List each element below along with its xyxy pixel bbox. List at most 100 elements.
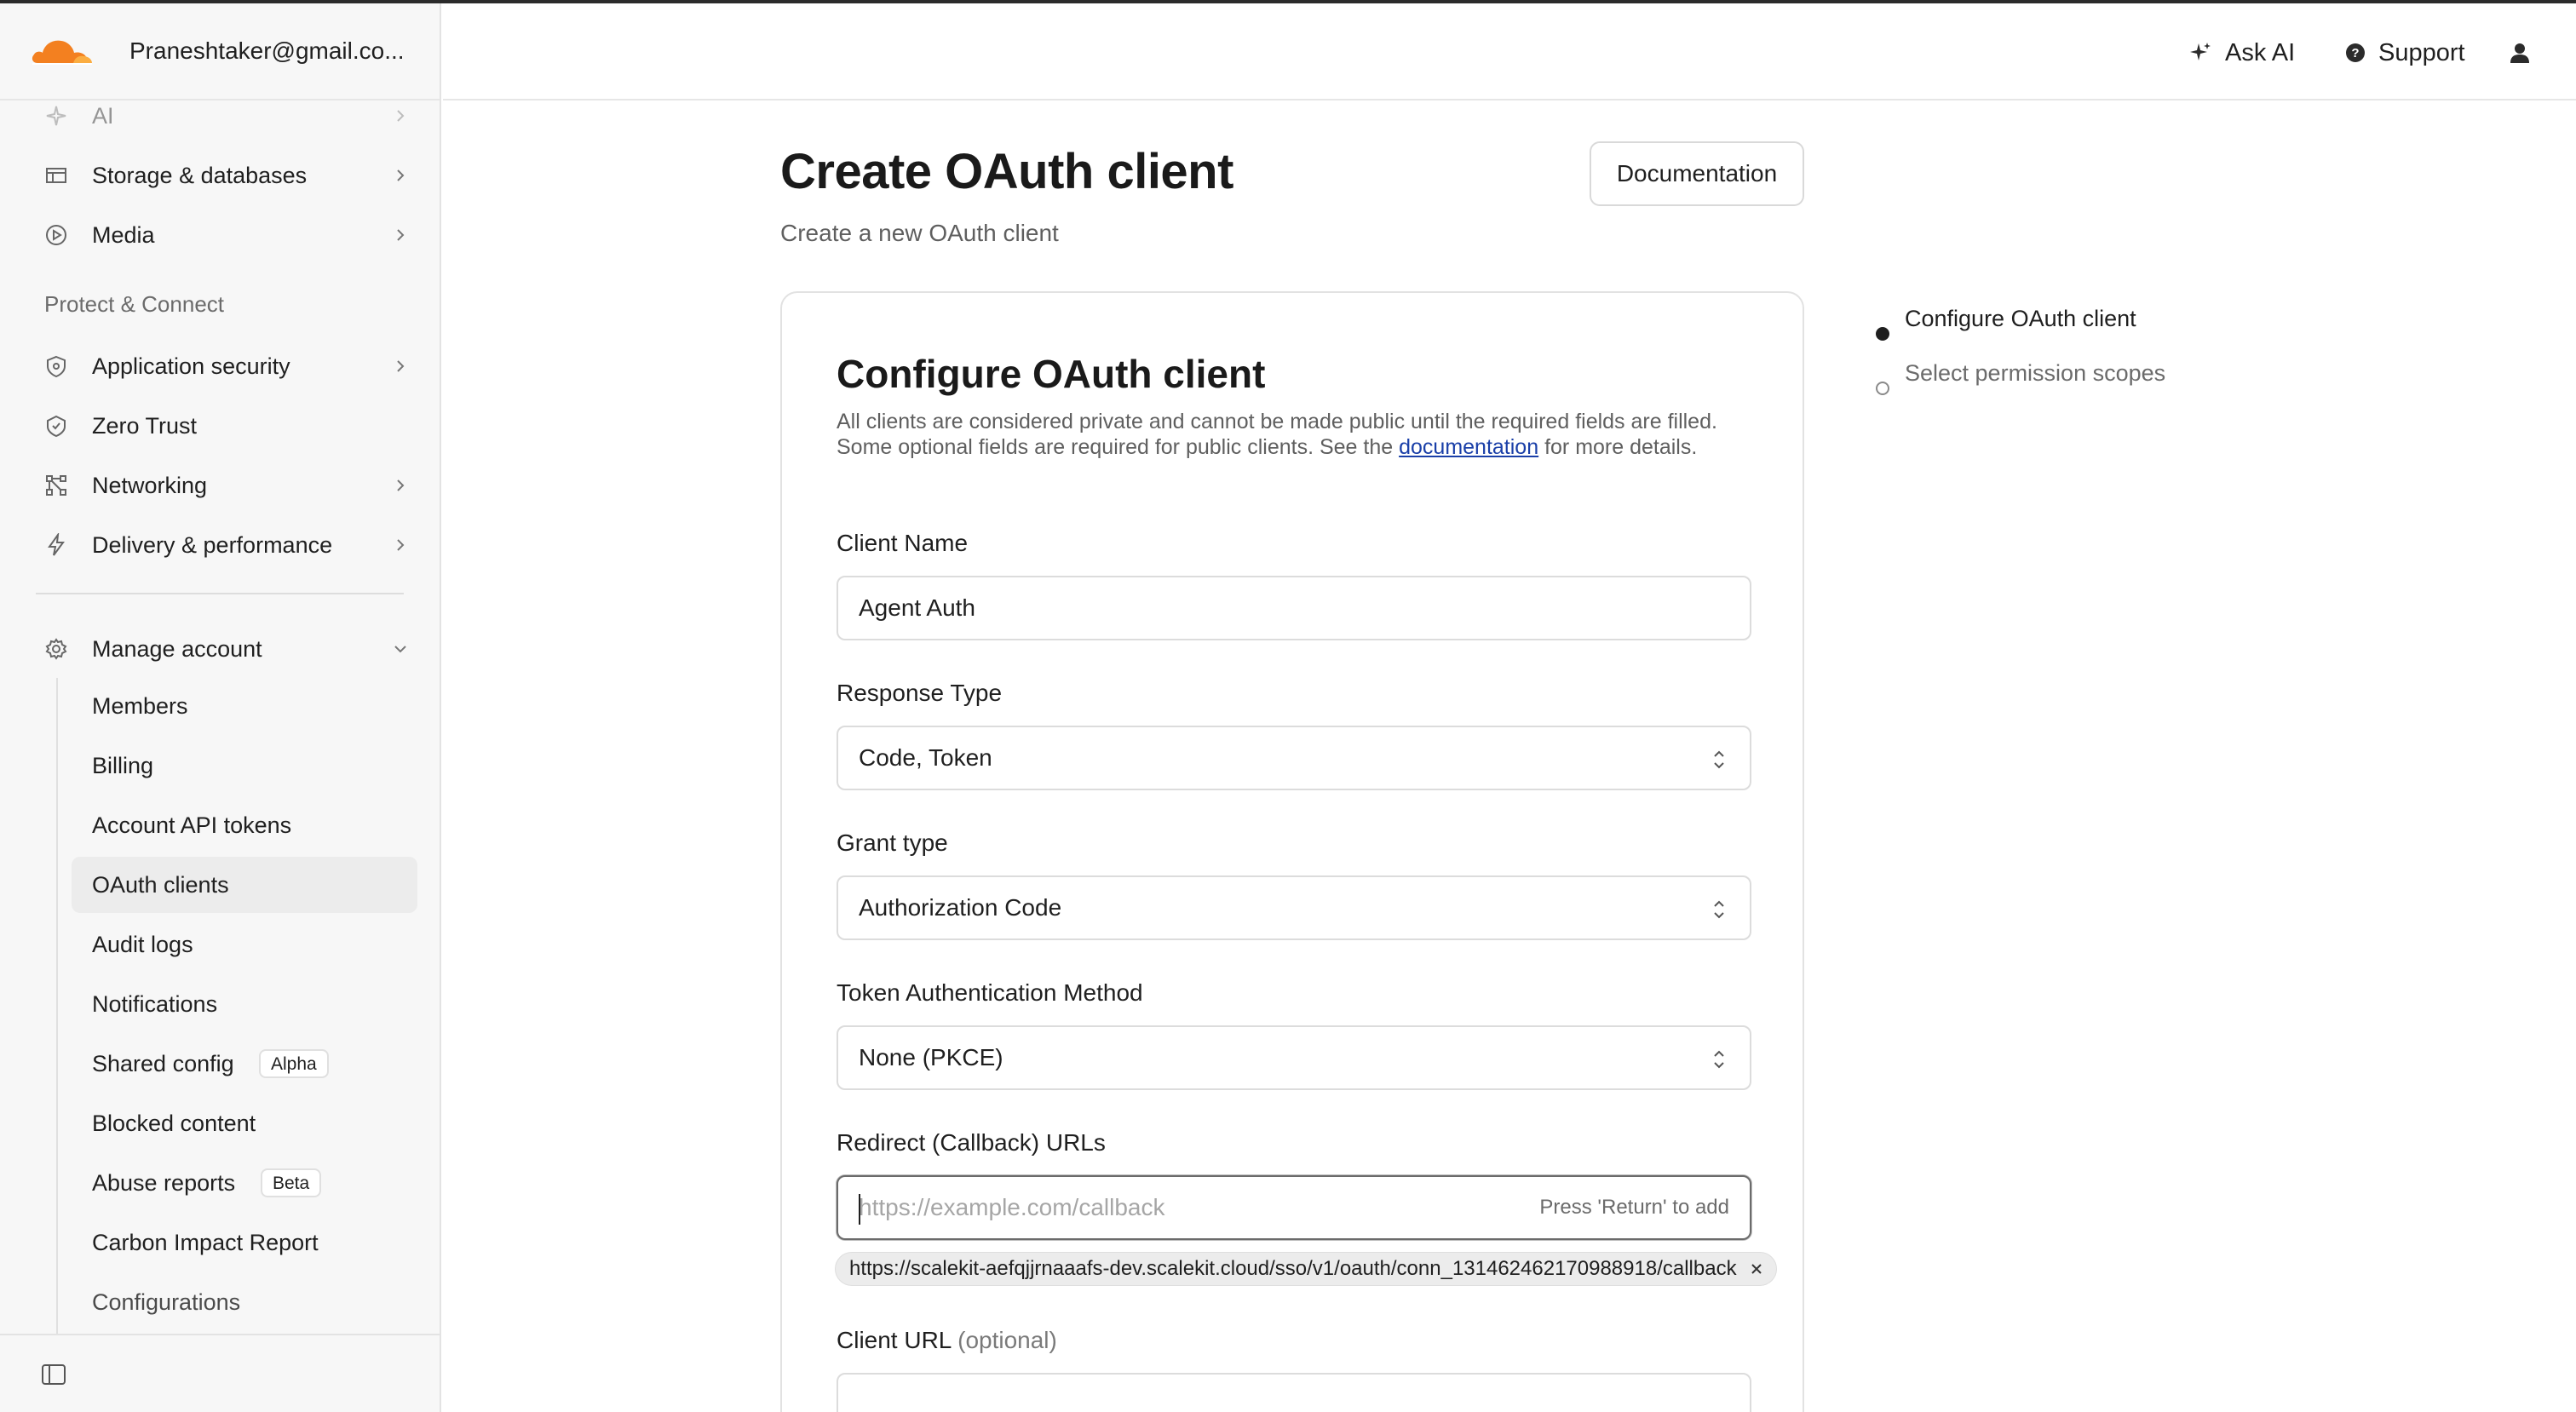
chevron-updown-icon xyxy=(1714,1050,1724,1069)
subitem-label: Blocked content xyxy=(92,1110,256,1136)
response-type-select[interactable]: Code, Token xyxy=(837,726,1751,790)
sidebar-item-label: Manage account xyxy=(92,635,262,662)
database-icon xyxy=(46,168,66,183)
chevron-right-icon xyxy=(397,169,405,181)
description-text-end: for more details. xyxy=(1538,435,1698,459)
subitem-label: Configurations xyxy=(92,1289,241,1315)
sidebar-item-manage-account[interactable]: Manage account xyxy=(36,623,417,674)
page-subtitle: Create a new OAuth client xyxy=(780,220,1059,246)
sidebar-subitem-account-api-tokens[interactable]: Account API tokens xyxy=(72,797,417,853)
sidebar-item-application-security[interactable]: Application security xyxy=(36,341,417,392)
play-icon xyxy=(46,225,66,245)
submenu-rail xyxy=(56,678,58,1334)
beta-badge: Beta xyxy=(261,1168,322,1197)
subitem-label: Abuse reports xyxy=(92,1169,236,1196)
account-switcher[interactable]: Praneshtaker@gmail.co... xyxy=(129,37,405,65)
client-url-label-text: Client URL xyxy=(837,1327,952,1353)
chevron-right-icon xyxy=(397,110,405,122)
chevron-right-icon xyxy=(397,360,405,372)
chevron-updown-icon xyxy=(1714,900,1724,919)
ask-ai-button[interactable]: Ask AI xyxy=(2188,34,2295,72)
client-name-input[interactable]: Agent Auth xyxy=(837,576,1751,640)
sidebar-item-storage[interactable]: Storage & databases xyxy=(36,150,417,201)
chevron-down-icon xyxy=(394,646,406,653)
sidebar-item-media[interactable]: Media xyxy=(36,210,417,261)
subitem-label: Shared config xyxy=(92,1050,234,1076)
sidebar: Praneshtaker@gmail.co... AI Storage & da… xyxy=(0,3,441,1412)
sidebar-subitem-blocked-content[interactable]: Blocked content xyxy=(72,1095,417,1151)
sidebar-item-label: AI xyxy=(92,102,114,129)
grant-type-select[interactable]: Authorization Code xyxy=(837,875,1751,940)
sidebar-item-delivery-performance[interactable]: Delivery & performance xyxy=(36,519,417,571)
support-label: Support xyxy=(2378,38,2465,66)
token-auth-select[interactable]: None (PKCE) xyxy=(837,1025,1751,1090)
grant-type-value: Authorization Code xyxy=(859,894,1062,921)
sparkle-icon xyxy=(46,106,66,126)
client-url-input[interactable] xyxy=(837,1373,1751,1412)
redirect-url-chip-label: https://scalekit-aefqjjrnaaafs-dev.scale… xyxy=(849,1257,1737,1280)
sidebar-subitem-audit-logs[interactable]: Audit logs xyxy=(72,916,417,973)
redirect-url-hint: Press 'Return' to add xyxy=(1539,1196,1729,1219)
close-icon[interactable] xyxy=(1751,1263,1762,1275)
subitem-label: Carbon Impact Report xyxy=(92,1229,319,1255)
sidebar-item-label: Delivery & performance xyxy=(92,531,333,558)
optional-tag: (optional) xyxy=(957,1327,1057,1353)
redirect-url-placeholder: https://example.com/callback xyxy=(859,1194,1165,1220)
sidebar-subitem-abuse-reports[interactable]: Abuse reports Beta xyxy=(72,1155,417,1211)
card-description: All clients are considered private and c… xyxy=(837,409,1739,460)
sidebar-subitem-oauth-clients[interactable]: OAuth clients xyxy=(72,857,417,913)
sidebar-item-zero-trust[interactable]: Zero Trust xyxy=(36,400,417,451)
sidebar-item-networking[interactable]: Networking xyxy=(36,460,417,511)
redirect-url-chip: https://scalekit-aefqjjrnaaafs-dev.scale… xyxy=(835,1252,1777,1286)
sidebar-footer xyxy=(0,1334,440,1412)
client-url-label: Client URL (optional) xyxy=(837,1327,1057,1354)
ask-ai-label: Ask AI xyxy=(2225,38,2296,66)
lightning-icon xyxy=(48,533,65,556)
sidebar-item-label: Storage & databases xyxy=(92,162,308,188)
help-circle-icon: ? xyxy=(2346,43,2365,62)
sidebar-subitem-configurations[interactable]: Configurations xyxy=(72,1274,417,1330)
sidebar-subitem-members[interactable]: Members xyxy=(72,678,417,734)
sparkle-icon xyxy=(2190,43,2211,60)
subitem-label: Audit logs xyxy=(92,931,193,957)
chevron-right-icon xyxy=(397,539,405,551)
subitem-label: Members xyxy=(92,692,188,719)
network-icon xyxy=(46,475,66,496)
chevron-updown-icon xyxy=(1714,750,1724,769)
step-inactive-dot xyxy=(1876,382,1889,395)
sidebar-toggle-icon[interactable] xyxy=(41,1363,66,1386)
sidebar-subitem-carbon-impact-report[interactable]: Carbon Impact Report xyxy=(72,1214,417,1271)
response-type-value: Code, Token xyxy=(859,744,992,771)
step-label: Configure OAuth client xyxy=(1905,305,2136,331)
sidebar-subitem-shared-config[interactable]: Shared config Alpha xyxy=(72,1036,417,1092)
redirect-url-input[interactable]: https://example.com/callback Press 'Retu… xyxy=(837,1175,1751,1240)
sidebar-item-label: Application security xyxy=(92,353,290,379)
support-button[interactable]: ? Support xyxy=(2344,34,2465,72)
section-label-protect-connect: Protect & Connect xyxy=(44,291,224,317)
redirect-urls-label: Redirect (Callback) URLs xyxy=(837,1129,1106,1156)
client-name-label: Client Name xyxy=(837,530,969,556)
subitem-label: Billing xyxy=(92,752,154,778)
page-title: Create OAuth client xyxy=(780,144,1233,199)
top-bar: Ask AI ? Support xyxy=(443,3,2576,100)
token-auth-label: Token Authentication Method xyxy=(837,979,1143,1006)
user-icon xyxy=(2510,43,2529,63)
response-type-label: Response Type xyxy=(837,680,1003,706)
shield-icon xyxy=(47,355,66,378)
user-menu-button[interactable] xyxy=(2508,34,2544,72)
subitem-label: Account API tokens xyxy=(92,812,292,838)
sidebar-divider xyxy=(36,593,404,594)
token-auth-value: None (PKCE) xyxy=(859,1044,1003,1070)
sidebar-subitem-billing[interactable]: Billing xyxy=(72,738,417,794)
grant-type-label: Grant type xyxy=(837,829,948,856)
card-title: Configure OAuth client xyxy=(837,352,1266,396)
sidebar-item-label: Networking xyxy=(92,472,208,498)
sidebar-header: Praneshtaker@gmail.co... xyxy=(0,3,440,100)
sidebar-item-label: Media xyxy=(92,221,155,248)
documentation-button[interactable]: Documentation xyxy=(1590,141,1804,206)
sidebar-subitem-notifications[interactable]: Notifications xyxy=(72,976,417,1032)
cloudflare-logo-icon[interactable] xyxy=(29,32,94,70)
svg-text:?: ? xyxy=(2351,46,2359,60)
documentation-link[interactable]: documentation xyxy=(1399,435,1538,459)
step-active-dot xyxy=(1876,327,1889,341)
